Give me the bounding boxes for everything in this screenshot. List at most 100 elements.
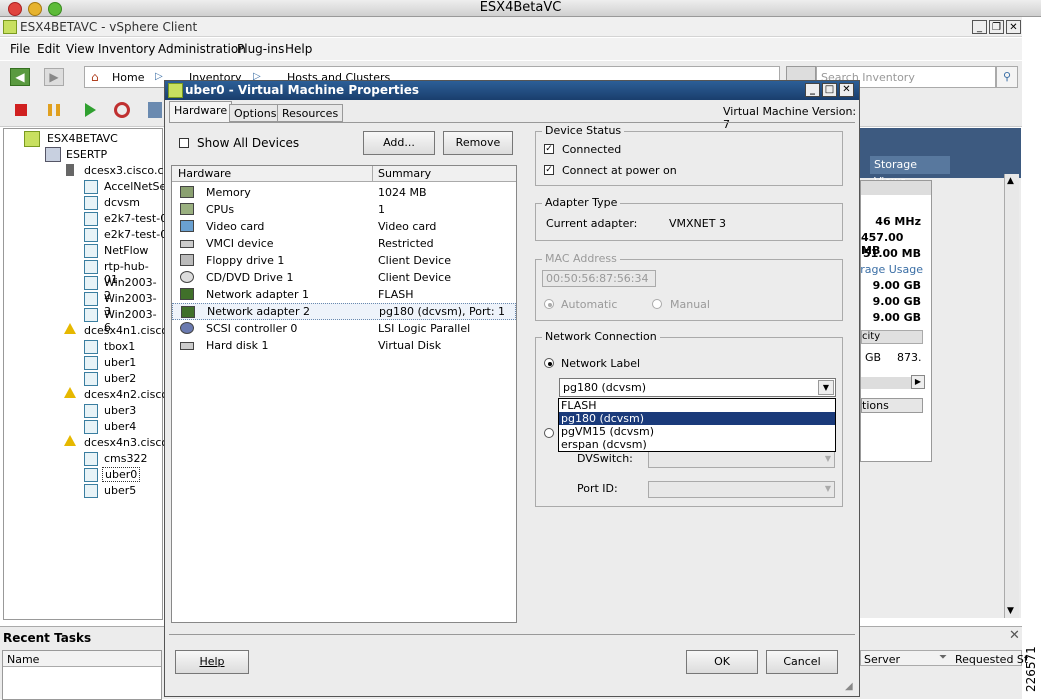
show-all-devices-label: Show All Devices	[197, 136, 300, 150]
dropdown-option[interactable]: erspan (dcvsm)	[559, 438, 835, 451]
col-server[interactable]: Server	[864, 653, 900, 666]
portid-select[interactable]: ▼	[648, 481, 835, 498]
tab-resources[interactable]: Resources	[277, 104, 344, 122]
menu-file[interactable]: File	[10, 42, 30, 56]
col-summary[interactable]: Summary	[378, 167, 431, 180]
tree-vm-selected[interactable]: uber0	[102, 467, 141, 482]
hardware-row[interactable]: SCSI controller 0 LSI Logic Parallel	[172, 320, 516, 337]
tree-vm[interactable]: uber4	[104, 420, 136, 433]
cancel-button[interactable]: Cancel	[766, 650, 838, 674]
hardware-row[interactable]: Memory 1024 MB	[172, 184, 516, 201]
horizontal-scrollbar[interactable]	[861, 377, 911, 389]
dropdown-option[interactable]: FLASH	[559, 399, 835, 412]
stop-icon[interactable]	[15, 104, 27, 116]
vertical-scrollbar[interactable]: ▲ ▼	[1004, 174, 1019, 618]
storage-usage-link[interactable]: orage Usage	[853, 263, 923, 276]
menu-edit[interactable]: Edit	[37, 42, 60, 56]
restore-button[interactable]: ❐	[989, 20, 1004, 34]
portid-label: Port ID:	[577, 482, 618, 495]
automatic-radio[interactable]	[544, 299, 554, 309]
hardware-row[interactable]: Video card Video card	[172, 218, 516, 235]
close-icon[interactable]	[8, 2, 22, 16]
play-icon[interactable]	[85, 103, 96, 117]
memory-icon	[180, 186, 194, 198]
show-all-devices-checkbox[interactable]	[179, 138, 189, 148]
mac-address-field[interactable]: 00:50:56:87:56:34	[542, 270, 656, 287]
close-button[interactable]: ✕	[1006, 20, 1021, 34]
search-icon[interactable]: ⚲	[996, 66, 1018, 88]
hardware-row[interactable]: CD/DVD Drive 1 Client Device	[172, 269, 516, 286]
tree-vm[interactable]: dcvsm	[104, 196, 140, 209]
tree-vm[interactable]: uber5	[104, 484, 136, 497]
vm-icon	[84, 196, 98, 210]
vm-icon	[84, 340, 98, 354]
hardware-row[interactable]: Network adapter 1 FLASH	[172, 286, 516, 303]
hardware-name: SCSI controller 0	[206, 322, 298, 335]
tree-root[interactable]: ESX4BETAVC	[47, 132, 118, 145]
zoom-icon[interactable]	[48, 2, 62, 16]
close-tasks-icon[interactable]: ✕	[1009, 628, 1020, 643]
vsphere-logo-icon	[3, 20, 17, 34]
col-requested[interactable]: Requested St	[955, 653, 1028, 666]
dialog-minimize-button[interactable]: _	[805, 83, 820, 97]
hardware-row[interactable]: Floppy drive 1 Client Device	[172, 252, 516, 269]
actions-button[interactable]: tions	[861, 398, 923, 413]
host-icon	[66, 164, 74, 176]
capacity-label: city	[862, 331, 881, 342]
resize-grip-icon[interactable]: ◢	[845, 681, 853, 692]
scroll-down-icon[interactable]: ▼	[1007, 606, 1014, 616]
tree-vm[interactable]: NetFlow	[104, 244, 148, 257]
vm-properties-dialog: uber0 - Virtual Machine Properties _ □ ✕…	[164, 80, 860, 697]
tree-datacenter[interactable]: ESERTP	[66, 148, 107, 161]
ok-button[interactable]: OK	[686, 650, 758, 674]
hardware-row[interactable]: VMCI device Restricted	[172, 235, 516, 252]
dvswitch-select[interactable]: ▼	[648, 451, 835, 468]
hardware-row[interactable]: CPUs 1	[172, 201, 516, 218]
manual-radio[interactable]	[652, 299, 662, 309]
dialog-close-button[interactable]: ✕	[839, 83, 854, 97]
hardware-row[interactable]: Hard disk 1 Virtual Disk	[172, 337, 516, 354]
console-icon[interactable]	[148, 102, 162, 118]
scroll-right-icon[interactable]: ▶	[911, 375, 925, 389]
forward-icon[interactable]: ▶	[44, 68, 64, 86]
add-button[interactable]: Add...	[363, 131, 435, 155]
dropdown-option-selected[interactable]: pg180 (dcvsm)	[559, 412, 835, 425]
menu-administration[interactable]: Administration	[158, 42, 246, 56]
tree-vm[interactable]: tbox1	[104, 340, 135, 353]
col-hardware[interactable]: Hardware	[178, 167, 231, 180]
tab-storage-views[interactable]: Storage Views	[870, 156, 950, 188]
minimize-icon[interactable]	[28, 2, 42, 16]
dropdown-option[interactable]: pgVM15 (dcvsm)	[559, 425, 835, 438]
breadcrumb-home[interactable]: Home	[112, 71, 144, 84]
port-radio[interactable]	[544, 428, 554, 438]
network-label-select[interactable]: pg180 (dcvsm) ▼	[559, 378, 836, 397]
help-button[interactable]: Help	[175, 650, 249, 674]
tree-vm[interactable]: cms322	[104, 452, 148, 465]
remove-button[interactable]: Remove	[443, 131, 513, 155]
tree-vm[interactable]: uber2	[104, 372, 136, 385]
connected-checkbox[interactable]: ✓	[544, 144, 554, 154]
reset-icon[interactable]	[114, 102, 130, 118]
pause-icon[interactable]	[48, 104, 52, 116]
tree-vm[interactable]: uber1	[104, 356, 136, 369]
menu-help[interactable]: Help	[285, 42, 312, 56]
hardware-summary: 1024 MB	[378, 186, 427, 199]
tab-options[interactable]: Options	[229, 104, 282, 122]
menu-plugins[interactable]: Plug-ins	[237, 42, 284, 56]
connect-at-power-on-checkbox[interactable]: ✓	[544, 165, 554, 175]
chevron-down-icon[interactable]: ▼	[818, 380, 834, 395]
dialog-maximize-button[interactable]: □	[822, 83, 837, 97]
minimize-button[interactable]: _	[972, 20, 987, 34]
back-icon[interactable]: ◀	[10, 68, 30, 86]
hardware-row-selected[interactable]: Network adapter 2 pg180 (dcvsm), Port: 1	[172, 303, 516, 320]
network-label-radio[interactable]	[544, 358, 554, 368]
tab-hardware[interactable]: Hardware	[169, 101, 233, 122]
menu-view[interactable]: View	[66, 42, 94, 56]
menu-inventory[interactable]: Inventory	[98, 42, 155, 56]
scroll-up-icon[interactable]: ▲	[1007, 176, 1014, 186]
tree-vm[interactable]: uber3	[104, 404, 136, 417]
device-status-group: Device Status ✓ Connected ✓ Connect at p…	[535, 124, 843, 186]
capacity-column: city	[861, 330, 923, 344]
col-name[interactable]: Name	[7, 653, 39, 666]
app-title-bar: ESX4BETAVC - vSphere Client _ ❐ ✕	[0, 17, 1022, 37]
